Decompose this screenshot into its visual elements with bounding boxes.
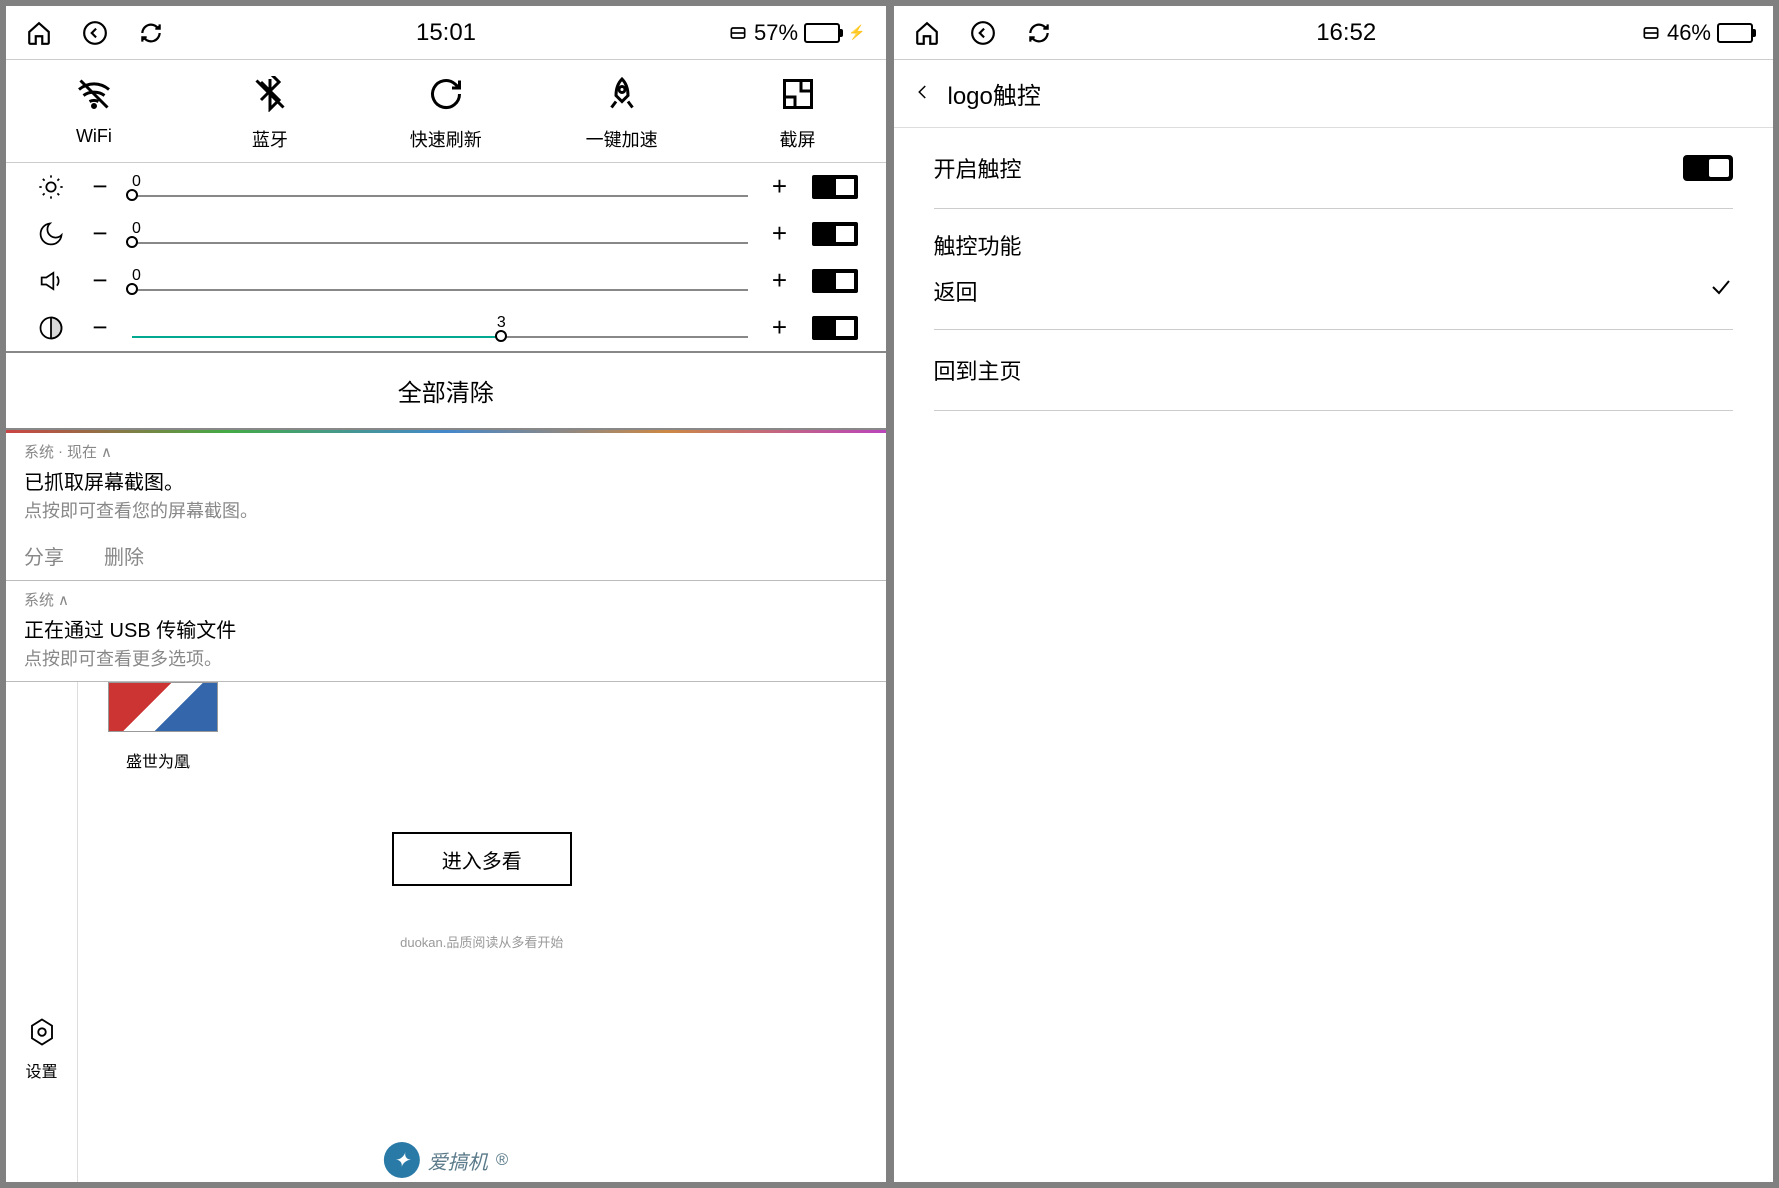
row-back-option[interactable]: 返回 bbox=[934, 261, 1734, 330]
status-bar-left: 15:01 57% ⚡ bbox=[6, 6, 886, 60]
toggle[interactable] bbox=[1683, 155, 1733, 181]
speaker-icon bbox=[34, 267, 68, 295]
plus-button[interactable]: + bbox=[768, 265, 792, 296]
chevron-up-icon: ∧ bbox=[58, 591, 69, 609]
tile-label: 蓝牙 bbox=[252, 126, 288, 152]
notif-title: 正在通过 USB 传输文件 bbox=[24, 614, 868, 643]
toggle[interactable] bbox=[812, 316, 858, 340]
slider-night: − 0 + bbox=[6, 210, 886, 257]
row-touch-function-label: 触控功能 bbox=[934, 209, 1734, 261]
share-action[interactable]: 分享 bbox=[24, 541, 64, 570]
footer-text: duokan.品质阅读从多看开始 bbox=[98, 932, 866, 951]
left-pane: 15:01 57% ⚡ WiFi 蓝牙 快速刷新 bbox=[6, 6, 886, 1182]
plus-button[interactable]: + bbox=[768, 218, 792, 249]
wifi-off-icon bbox=[76, 76, 112, 112]
chevron-left-icon[interactable] bbox=[914, 80, 932, 108]
toggle[interactable] bbox=[812, 222, 858, 246]
chevron-up-icon: ∧ bbox=[101, 443, 112, 461]
back-icon[interactable] bbox=[82, 20, 108, 46]
slider-track[interactable]: 3 bbox=[132, 318, 748, 338]
tile-screenshot[interactable]: 截屏 bbox=[738, 76, 858, 152]
row-home-option[interactable]: 回到主页 bbox=[934, 330, 1734, 411]
settings-icon[interactable] bbox=[27, 1017, 57, 1052]
main-area: 盛世为凰 进入多看 duokan.品质阅读从多看开始 bbox=[78, 682, 886, 1182]
clock: 15:01 bbox=[164, 19, 728, 47]
home-icon[interactable] bbox=[26, 20, 52, 46]
notif-title: 已抓取屏幕截图。 bbox=[24, 466, 868, 495]
screenshot-icon bbox=[780, 76, 816, 112]
settings-body: 开启触控 触控功能 返回 回到主页 bbox=[894, 128, 1774, 411]
refresh-cycle-icon bbox=[428, 76, 464, 112]
notification-screenshot[interactable]: 系统 · 现在 ∧ 已抓取屏幕截图。 点按即可查看您的屏幕截图。 分享 删除 bbox=[6, 433, 886, 581]
tile-bluetooth[interactable]: 蓝牙 bbox=[210, 76, 330, 152]
enter-duokan-button[interactable]: 进入多看 bbox=[392, 832, 572, 886]
tile-fast-refresh[interactable]: 快速刷新 bbox=[386, 76, 506, 152]
slider-brightness: − 0 + bbox=[6, 163, 886, 210]
tile-wifi[interactable]: WiFi bbox=[34, 76, 154, 152]
minus-button[interactable]: − bbox=[88, 171, 112, 202]
watermark: ✦ 爱搞机® bbox=[384, 1142, 508, 1178]
watermark-badge-icon: ✦ bbox=[384, 1142, 420, 1178]
contrast-icon bbox=[34, 314, 68, 342]
back-icon[interactable] bbox=[970, 20, 996, 46]
row-label: 返回 bbox=[934, 275, 978, 307]
row-label: 开启触控 bbox=[934, 152, 1022, 184]
sliders-panel: − 0 + − 0 + − 0 bbox=[6, 163, 886, 353]
notif-time: 现在 bbox=[67, 441, 97, 462]
row-enable-touch[interactable]: 开启触控 bbox=[934, 128, 1734, 209]
refresh-icon[interactable] bbox=[138, 20, 164, 46]
notif-source: 系统 bbox=[24, 441, 54, 462]
check-icon bbox=[1709, 275, 1733, 307]
battery-icon bbox=[804, 23, 840, 43]
book-title: 盛世为凰 bbox=[126, 748, 866, 772]
book-cover[interactable] bbox=[108, 682, 218, 732]
settings-title: logo触控 bbox=[948, 76, 1041, 111]
minus-button[interactable]: − bbox=[88, 218, 112, 249]
row-label: 回到主页 bbox=[934, 354, 1022, 386]
settings-header: logo触控 bbox=[894, 60, 1774, 128]
clear-all-button[interactable]: 全部清除 bbox=[6, 353, 886, 430]
quick-settings: WiFi 蓝牙 快速刷新 一键加速 截屏 bbox=[6, 60, 886, 163]
watermark-text: 爱搞机 bbox=[428, 1146, 488, 1175]
toggle[interactable] bbox=[812, 175, 858, 199]
tile-label: WiFi bbox=[76, 126, 112, 147]
refresh-icon[interactable] bbox=[1026, 20, 1052, 46]
slider-volume: − 0 + bbox=[6, 257, 886, 304]
sim-icon bbox=[1641, 20, 1661, 46]
sun-icon bbox=[34, 173, 68, 201]
plus-button[interactable]: + bbox=[768, 171, 792, 202]
notif-subtitle: 点按即可查看更多选项。 bbox=[24, 645, 868, 671]
notif-source: 系统 bbox=[24, 589, 54, 610]
toggle[interactable] bbox=[812, 269, 858, 293]
rocket-icon bbox=[604, 76, 640, 112]
moon-icon bbox=[34, 220, 68, 248]
notif-subtitle: 点按即可查看您的屏幕截图。 bbox=[24, 497, 868, 523]
minus-button[interactable]: − bbox=[88, 265, 112, 296]
slider-track[interactable]: 0 bbox=[132, 224, 748, 244]
delete-action[interactable]: 删除 bbox=[104, 541, 144, 570]
tile-label: 快速刷新 bbox=[410, 126, 482, 152]
battery-icon bbox=[1717, 23, 1753, 43]
plus-button[interactable]: + bbox=[768, 312, 792, 343]
sidebar-settings-label[interactable]: 设置 bbox=[25, 1058, 57, 1082]
sim-icon bbox=[728, 20, 748, 46]
tile-label: 一键加速 bbox=[586, 126, 658, 152]
notification-usb[interactable]: 系统 ∧ 正在通过 USB 传输文件 点按即可查看更多选项。 bbox=[6, 581, 886, 682]
slider-track[interactable]: 0 bbox=[132, 271, 748, 291]
tile-label: 截屏 bbox=[780, 126, 816, 152]
bottom-content: 设置 盛世为凰 进入多看 duokan.品质阅读从多看开始 bbox=[6, 682, 886, 1182]
battery-percent: 57% bbox=[754, 20, 798, 46]
charging-icon: ⚡ bbox=[848, 24, 865, 41]
slider-contrast: − 3 + bbox=[6, 304, 886, 351]
bluetooth-off-icon bbox=[252, 76, 288, 112]
status-bar-right: 16:52 46% bbox=[894, 6, 1774, 60]
slider-track[interactable]: 0 bbox=[132, 177, 748, 197]
sidebar: 设置 bbox=[6, 682, 78, 1182]
tile-boost[interactable]: 一键加速 bbox=[562, 76, 682, 152]
right-pane: 16:52 46% logo触控 开启触控 触控功能 返回 回到主页 bbox=[894, 6, 1774, 1182]
battery-percent: 46% bbox=[1667, 20, 1711, 46]
minus-button[interactable]: − bbox=[88, 312, 112, 343]
home-icon[interactable] bbox=[914, 20, 940, 46]
clock: 16:52 bbox=[1052, 19, 1641, 47]
